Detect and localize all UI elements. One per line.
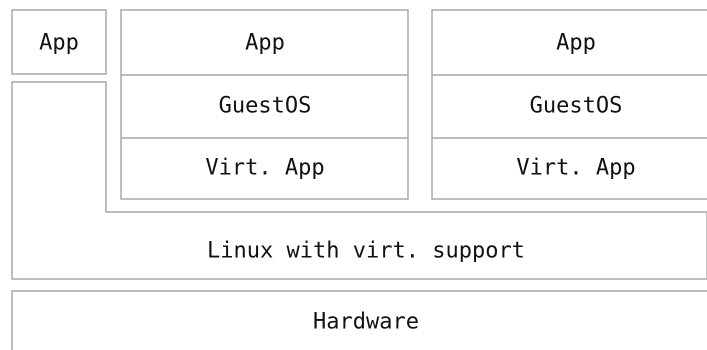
virtualization-stack-diagram: App Linux with virt. support App GuestOS…	[11, 9, 707, 350]
native-app-block: App	[11, 9, 107, 75]
hardware-block: Hardware	[11, 290, 707, 350]
vm-1-virt-app-label: Virt. App	[205, 156, 324, 181]
vm-1-app-label: App	[245, 31, 285, 56]
hardware-label: Hardware	[313, 310, 419, 335]
host-os-label: Linux with virt. support	[207, 239, 525, 264]
native-app-label: App	[39, 31, 79, 56]
vm-block-2: App GuestOS Virt. App	[431, 9, 707, 200]
vm-2-guest-os-label: GuestOS	[530, 94, 623, 119]
vm-2-app-label: App	[556, 31, 596, 56]
vm-2-virt-app-label: Virt. App	[516, 156, 635, 181]
vm-block-1: App GuestOS Virt. App	[120, 9, 409, 200]
vm-1-guest-os-label: GuestOS	[219, 94, 312, 119]
